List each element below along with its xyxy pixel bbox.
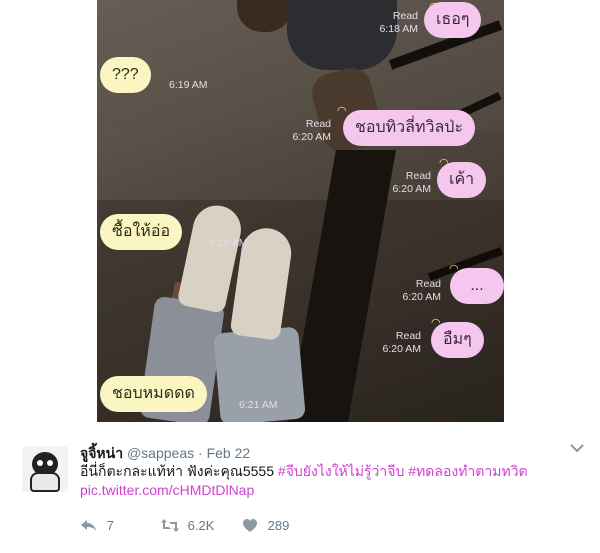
hashtag[interactable]: #ทดลองทำตามทวิต	[408, 463, 527, 479]
tweet-header: จูจิ้หน่า @sappeas · Feb 22	[80, 444, 250, 462]
reply-button[interactable]: 7	[80, 518, 114, 533]
chat-bubble-left: ???	[100, 57, 151, 93]
user-handle[interactable]: @sappeas	[127, 445, 194, 461]
chat-bubble-right: ชอบทิวลี่ทวิลป่ะ	[343, 110, 476, 146]
chat-bubble-left: ซื้อให้อ่อ	[100, 214, 183, 250]
hashtag[interactable]: #จีบยังไงให้ไม่รู้ว่าจีบ	[278, 463, 404, 479]
read-receipt: Read	[392, 10, 418, 22]
timestamp: 6:21 AM	[239, 399, 278, 411]
separator: ·	[198, 445, 203, 461]
timestamp: 6:20 AM	[402, 291, 441, 303]
hat-sticker-icon: ◠	[439, 157, 449, 169]
reply-count: 7	[106, 518, 114, 533]
retweet-button[interactable]: 6.2K	[160, 518, 214, 533]
tweet-text: อีนี่ก็ตะกละแท้ห่า ฟังค่ะคุณ5555 #จีบยัง…	[80, 462, 580, 481]
retweet-count: 6.2K	[187, 518, 215, 533]
chat-bubble-left: ชอบหมดดด	[100, 376, 207, 412]
like-button[interactable]: 289	[242, 518, 289, 533]
retweet-icon	[161, 519, 179, 532]
media-link[interactable]: pic.twitter.com/cHMDtDlNap	[80, 482, 254, 498]
chevron-down-icon[interactable]	[570, 440, 584, 456]
avatar[interactable]	[22, 446, 68, 492]
hat-sticker-icon: ◠	[429, 1, 439, 13]
tweet-date[interactable]: Feb 22	[207, 445, 251, 461]
tweet-text-body: อีนี่ก็ตะกละแท้ห่า ฟังค่ะคุณ5555	[80, 463, 278, 479]
timestamp: 6:20 AM	[292, 131, 331, 143]
hat-sticker-icon: ◠	[337, 105, 347, 117]
read-receipt: Read	[305, 118, 331, 130]
hat-sticker-icon: ◠	[449, 263, 459, 275]
like-count: 289	[267, 518, 290, 533]
timestamp: 6:19 AM	[169, 79, 208, 91]
display-name[interactable]: จูจิ้หน่า	[80, 445, 123, 461]
timestamp: 6:18 AM	[379, 23, 418, 35]
timestamp: 6:20 AM	[392, 183, 431, 195]
read-receipt: Read	[395, 330, 421, 342]
reply-icon	[81, 520, 96, 531]
panda-eye	[47, 460, 53, 466]
read-receipt: Read	[415, 278, 441, 290]
timestamp: 6:20 AM	[382, 343, 421, 355]
heart-icon	[243, 519, 257, 532]
read-receipt: Read	[405, 170, 431, 182]
panda-body	[30, 472, 60, 492]
tweet-card: จูจิ้หน่า @sappeas · Feb 22 อีนี่ก็ตะกละ…	[0, 422, 600, 553]
panda-eye	[37, 460, 43, 466]
tweet-photo[interactable]: เธอๆ ◠ Read 6:18 AM ??? 6:19 AM ชอบทิวลี…	[97, 0, 504, 422]
tweet-link-line: pic.twitter.com/cHMDtDlNap	[80, 481, 254, 500]
hat-sticker-icon: ◠	[431, 317, 441, 329]
timestamp: 6:20 AM	[209, 237, 248, 249]
